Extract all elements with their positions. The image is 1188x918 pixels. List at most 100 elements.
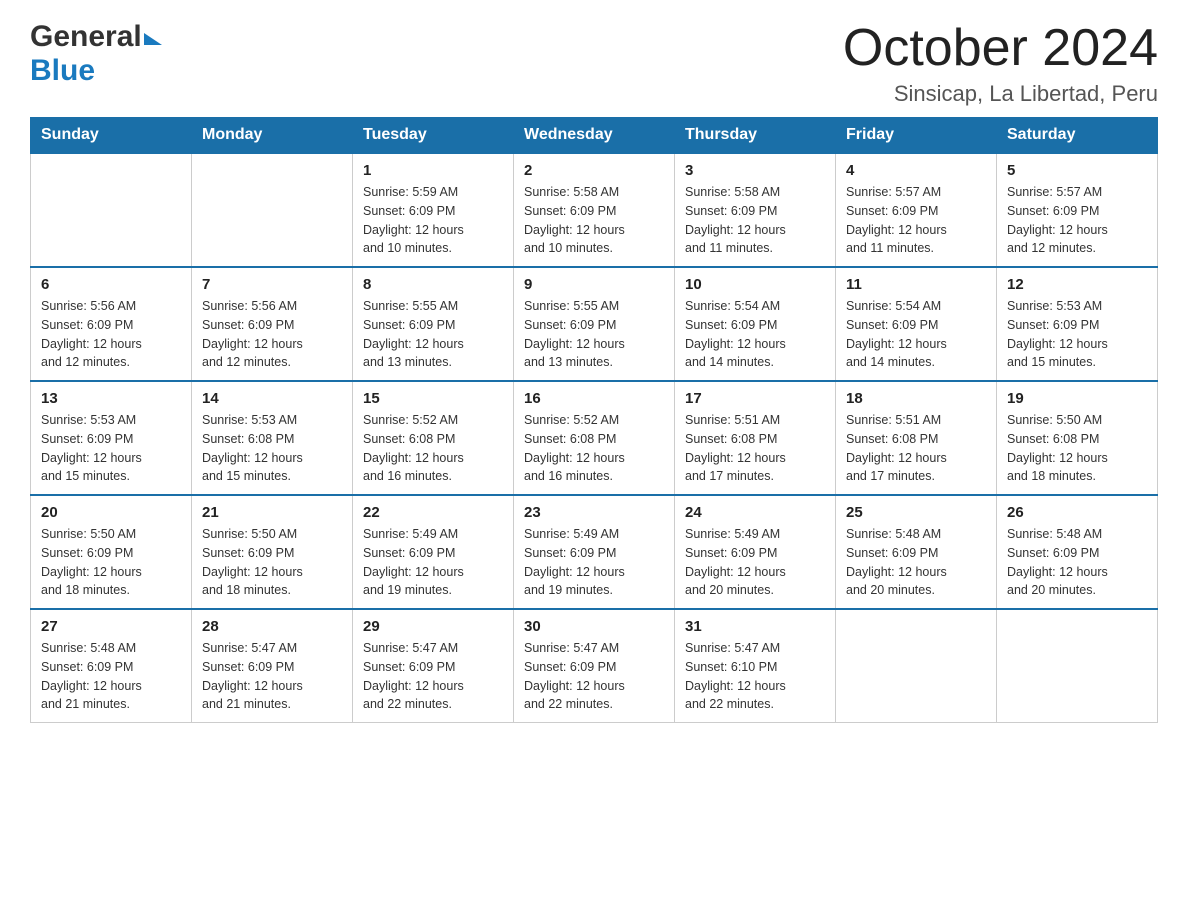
calendar-cell: 15 Sunrise: 5:52 AMSunset: 6:08 PMDayligh… — [353, 381, 514, 495]
day-number: 19 — [1007, 390, 1147, 407]
calendar-cell: 6Sunrise: 5:56 AMSunset: 6:09 PMDaylight… — [31, 267, 192, 381]
logo-arrow-icon — [144, 33, 162, 45]
title-area: October 2024 Sinsicap, La Libertad, Peru — [843, 20, 1158, 107]
calendar-cell: 30 Sunrise: 5:47 AMSunset: 6:09 PMDayligh… — [514, 609, 675, 723]
calendar-cell: 22 Sunrise: 5:49 AMSunset: 6:09 PMDayligh… — [353, 495, 514, 609]
day-info: Sunrise: 5:53 AMSunset: 6:08 PMDaylight:… — [202, 411, 342, 486]
day-info: Sunrise: 5:50 AMSunset: 6:08 PMDaylight:… — [1007, 411, 1147, 486]
day-info: Sunrise: 5:51 AMSunset: 6:08 PMDaylight:… — [685, 411, 825, 486]
week-row-3: 13 Sunrise: 5:53 AMSunset: 6:09 PMDayligh… — [31, 381, 1158, 495]
day-info: Sunrise: 5:49 AMSunset: 6:09 PMDaylight:… — [363, 525, 503, 600]
day-info: Sunrise: 5:58 AMSunset: 6:09 PMDaylight:… — [685, 183, 825, 258]
week-row-2: 6Sunrise: 5:56 AMSunset: 6:09 PMDaylight… — [31, 267, 1158, 381]
day-info: Sunrise: 5:47 AMSunset: 6:10 PMDaylight:… — [685, 639, 825, 714]
weekday-header-monday: Monday — [192, 118, 353, 154]
day-info: Sunrise: 5:55 AMSunset: 6:09 PMDaylight:… — [524, 297, 664, 372]
day-number: 27 — [41, 618, 181, 635]
day-number: 12 — [1007, 276, 1147, 293]
calendar-cell: 31 Sunrise: 5:47 AMSunset: 6:10 PMDayligh… — [675, 609, 836, 723]
day-number: 26 — [1007, 504, 1147, 521]
calendar-cell: 4 Sunrise: 5:57 AMSunset: 6:09 PMDaylight… — [836, 153, 997, 267]
calendar-cell: 25Sunrise: 5:48 AMSunset: 6:09 PMDayligh… — [836, 495, 997, 609]
day-info: Sunrise: 5:54 AMSunset: 6:09 PMDaylight:… — [846, 297, 986, 372]
calendar-cell: 11 Sunrise: 5:54 AMSunset: 6:09 PMDayligh… — [836, 267, 997, 381]
day-info: Sunrise: 5:57 AMSunset: 6:09 PMDaylight:… — [846, 183, 986, 258]
calendar-cell: 24 Sunrise: 5:49 AMSunset: 6:09 PMDayligh… — [675, 495, 836, 609]
day-info: Sunrise: 5:48 AMSunset: 6:09 PMDaylight:… — [846, 525, 986, 600]
day-info: Sunrise: 5:47 AMSunset: 6:09 PMDaylight:… — [524, 639, 664, 714]
calendar-cell: 19 Sunrise: 5:50 AMSunset: 6:08 PMDayligh… — [997, 381, 1158, 495]
calendar-cell: 14 Sunrise: 5:53 AMSunset: 6:08 PMDayligh… — [192, 381, 353, 495]
day-number: 9 — [524, 276, 664, 293]
day-info: Sunrise: 5:48 AMSunset: 6:09 PMDaylight:… — [1007, 525, 1147, 600]
calendar-cell: 18 Sunrise: 5:51 AMSunset: 6:08 PMDayligh… — [836, 381, 997, 495]
day-number: 28 — [202, 618, 342, 635]
day-number: 4 — [846, 162, 986, 179]
day-info: Sunrise: 5:49 AMSunset: 6:09 PMDaylight:… — [524, 525, 664, 600]
day-number: 16 — [524, 390, 664, 407]
calendar-cell: 5 Sunrise: 5:57 AMSunset: 6:09 PMDaylight… — [997, 153, 1158, 267]
day-info: Sunrise: 5:55 AMSunset: 6:09 PMDaylight:… — [363, 297, 503, 372]
calendar-cell: 9 Sunrise: 5:55 AMSunset: 6:09 PMDaylight… — [514, 267, 675, 381]
day-info: Sunrise: 5:47 AMSunset: 6:09 PMDaylight:… — [363, 639, 503, 714]
calendar-cell: 17 Sunrise: 5:51 AMSunset: 6:08 PMDayligh… — [675, 381, 836, 495]
weekday-header-row: SundayMondayTuesdayWednesdayThursdayFrid… — [31, 118, 1158, 154]
day-info: Sunrise: 5:53 AMSunset: 6:09 PMDaylight:… — [41, 411, 181, 486]
day-number: 18 — [846, 390, 986, 407]
logo-general-text: General — [30, 20, 142, 54]
day-info: Sunrise: 5:47 AMSunset: 6:09 PMDaylight:… — [202, 639, 342, 714]
weekday-header-sunday: Sunday — [31, 118, 192, 154]
weekday-header-thursday: Thursday — [675, 118, 836, 154]
calendar-table: SundayMondayTuesdayWednesdayThursdayFrid… — [30, 117, 1158, 723]
week-row-4: 20 Sunrise: 5:50 AMSunset: 6:09 PMDayligh… — [31, 495, 1158, 609]
day-info: Sunrise: 5:48 AMSunset: 6:09 PMDaylight:… — [41, 639, 181, 714]
logo: General Blue — [30, 20, 162, 88]
calendar-title: October 2024 — [843, 20, 1158, 77]
day-number: 30 — [524, 618, 664, 635]
day-number: 5 — [1007, 162, 1147, 179]
calendar-cell — [997, 609, 1158, 723]
day-info: Sunrise: 5:50 AMSunset: 6:09 PMDaylight:… — [202, 525, 342, 600]
day-number: 23 — [524, 504, 664, 521]
week-row-5: 27 Sunrise: 5:48 AMSunset: 6:09 PMDayligh… — [31, 609, 1158, 723]
day-number: 7 — [202, 276, 342, 293]
calendar-cell: 21 Sunrise: 5:50 AMSunset: 6:09 PMDayligh… — [192, 495, 353, 609]
day-number: 17 — [685, 390, 825, 407]
day-number: 20 — [41, 504, 181, 521]
day-number: 24 — [685, 504, 825, 521]
calendar-cell: 12Sunrise: 5:53 AMSunset: 6:09 PMDayligh… — [997, 267, 1158, 381]
day-number: 1 — [363, 162, 503, 179]
day-number: 22 — [363, 504, 503, 521]
day-number: 13 — [41, 390, 181, 407]
day-info: Sunrise: 5:56 AMSunset: 6:09 PMDaylight:… — [202, 297, 342, 372]
calendar-subtitle: Sinsicap, La Libertad, Peru — [843, 81, 1158, 107]
calendar-cell: 27 Sunrise: 5:48 AMSunset: 6:09 PMDayligh… — [31, 609, 192, 723]
day-info: Sunrise: 5:56 AMSunset: 6:09 PMDaylight:… — [41, 297, 181, 372]
day-number: 11 — [846, 276, 986, 293]
calendar-cell: 16 Sunrise: 5:52 AMSunset: 6:08 PMDayligh… — [514, 381, 675, 495]
calendar-cell: 2Sunrise: 5:58 AMSunset: 6:09 PMDaylight… — [514, 153, 675, 267]
weekday-header-saturday: Saturday — [997, 118, 1158, 154]
day-info: Sunrise: 5:59 AMSunset: 6:09 PMDaylight:… — [363, 183, 503, 258]
day-number: 21 — [202, 504, 342, 521]
week-row-1: 1 Sunrise: 5:59 AMSunset: 6:09 PMDaylight… — [31, 153, 1158, 267]
day-number: 10 — [685, 276, 825, 293]
calendar-cell: 13 Sunrise: 5:53 AMSunset: 6:09 PMDayligh… — [31, 381, 192, 495]
calendar-cell: 3Sunrise: 5:58 AMSunset: 6:09 PMDaylight… — [675, 153, 836, 267]
day-number: 29 — [363, 618, 503, 635]
day-info: Sunrise: 5:57 AMSunset: 6:09 PMDaylight:… — [1007, 183, 1147, 258]
day-info: Sunrise: 5:51 AMSunset: 6:08 PMDaylight:… — [846, 411, 986, 486]
weekday-header-friday: Friday — [836, 118, 997, 154]
day-info: Sunrise: 5:52 AMSunset: 6:08 PMDaylight:… — [524, 411, 664, 486]
day-info: Sunrise: 5:49 AMSunset: 6:09 PMDaylight:… — [685, 525, 825, 600]
day-info: Sunrise: 5:52 AMSunset: 6:08 PMDaylight:… — [363, 411, 503, 486]
day-number: 14 — [202, 390, 342, 407]
day-number: 8 — [363, 276, 503, 293]
weekday-header-tuesday: Tuesday — [353, 118, 514, 154]
day-number: 15 — [363, 390, 503, 407]
day-info: Sunrise: 5:54 AMSunset: 6:09 PMDaylight:… — [685, 297, 825, 372]
day-number: 31 — [685, 618, 825, 635]
calendar-cell: 7 Sunrise: 5:56 AMSunset: 6:09 PMDaylight… — [192, 267, 353, 381]
day-number: 2 — [524, 162, 664, 179]
calendar-cell — [192, 153, 353, 267]
